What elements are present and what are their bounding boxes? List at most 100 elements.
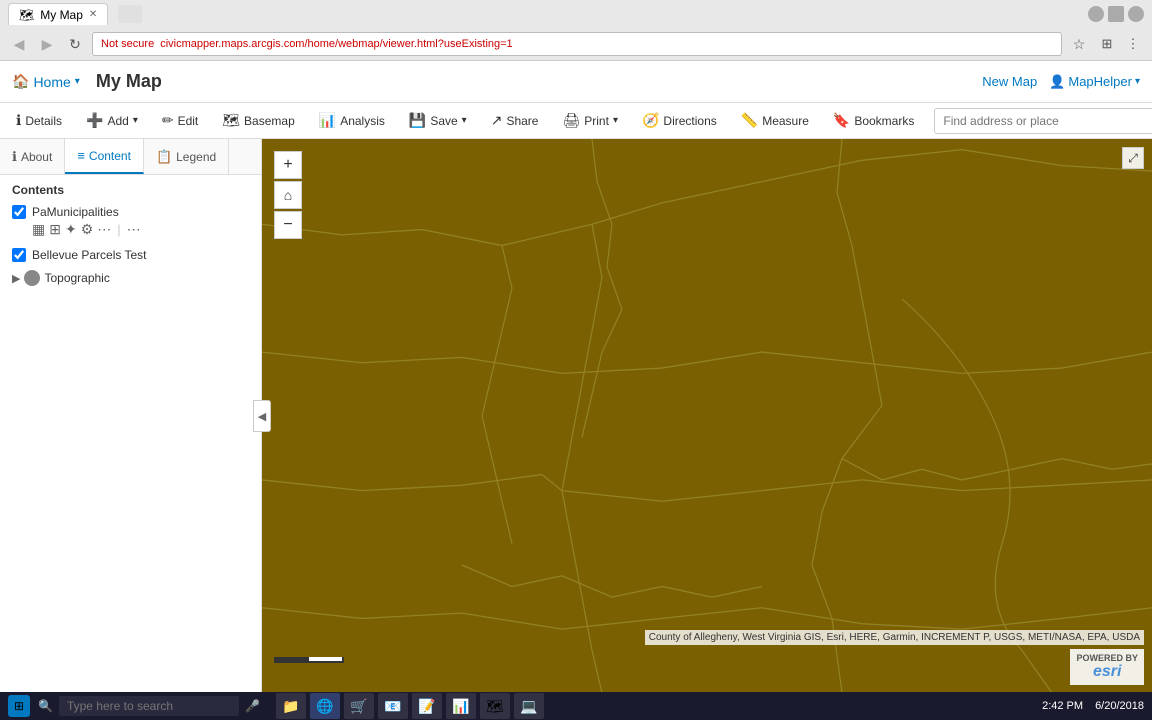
about-icon: ℹ xyxy=(12,149,17,165)
bookmarks-icon: 🔖 xyxy=(833,112,850,129)
new-tab-button[interactable] xyxy=(118,5,142,23)
taskbar-app-word[interactable]: 📝 xyxy=(412,693,442,719)
edit-icon: ✏ xyxy=(162,112,174,129)
menu-button[interactable]: ⋮ xyxy=(1122,33,1144,55)
taskbar-app-terminal[interactable]: 💻 xyxy=(514,693,544,719)
layer-filter-icon[interactable]: ⊞ xyxy=(49,221,61,238)
security-indicator: Not secure xyxy=(101,38,154,50)
forward-button[interactable]: ▶ xyxy=(36,33,58,55)
basemap-icon: 🗺 xyxy=(222,112,240,129)
print-button[interactable]: 🖨 Print ▾ xyxy=(554,108,626,133)
browser-address-bar: ◀ ▶ ↻ Not secure civicmapper.maps.arcgis… xyxy=(0,28,1152,60)
save-button[interactable]: 💾 Save ▾ xyxy=(401,108,475,133)
legend-icon: 📋 xyxy=(156,149,172,165)
scale-bar xyxy=(274,657,344,663)
content-icon: ≡ xyxy=(77,148,85,163)
details-icon: ℹ xyxy=(16,112,21,129)
search-input[interactable] xyxy=(934,108,1152,134)
taskbar-time: 2:42 PM xyxy=(1042,700,1083,712)
edit-button[interactable]: ✏ Edit xyxy=(154,108,206,133)
layer-bellevue-checkbox[interactable] xyxy=(12,248,26,262)
bookmarks-label: Bookmarks xyxy=(854,114,914,128)
share-label: Share xyxy=(506,114,538,128)
add-label: Add xyxy=(107,114,128,128)
address-box[interactable]: Not secure civicmapper.maps.arcgis.com/h… xyxy=(92,32,1062,56)
taskbar-date: 6/20/2018 xyxy=(1095,700,1144,712)
layer-group-expand-icon: ▶ xyxy=(12,272,20,285)
close-window-button[interactable] xyxy=(1128,6,1144,22)
bookmarks-button[interactable]: 🔖 Bookmarks xyxy=(825,108,922,133)
home-icon: 🏠 xyxy=(12,73,29,90)
tab-legend-label: Legend xyxy=(176,150,216,164)
zoom-in-button[interactable]: + xyxy=(274,151,302,179)
taskbar-app-excel[interactable]: 📊 xyxy=(446,693,476,719)
save-icon: 💾 xyxy=(409,112,426,129)
tab-legend[interactable]: 📋 Legend xyxy=(144,139,229,174)
app-header: 🏠 Home ▾ My Map New Map 👤 MapHelper ▾ xyxy=(0,61,1152,103)
map-helper-link[interactable]: 👤 MapHelper ▾ xyxy=(1049,74,1140,90)
details-label: Details xyxy=(25,114,62,128)
layer-municipalities-checkbox[interactable] xyxy=(12,205,26,219)
browser-tab[interactable]: 🗺 My Map ✕ xyxy=(8,3,108,25)
taskbar-right: 2:42 PM 6/20/2018 xyxy=(1042,700,1144,712)
map-area[interactable]: + ⌂ − ⤢ County of Allegheny, West Virgin… xyxy=(262,139,1152,693)
home-link[interactable]: 🏠 Home ▾ xyxy=(12,73,80,90)
taskbar-search-area: 🔍 🎤 xyxy=(38,696,260,716)
share-button[interactable]: ↗ Share xyxy=(483,108,547,133)
main-layout: ℹ About ≡ Content 📋 Legend Contents PaMu… xyxy=(0,139,1152,693)
layer-extra-icon[interactable]: ⋯ xyxy=(127,221,141,238)
minimize-button[interactable] xyxy=(1088,6,1104,22)
save-chevron-icon: ▾ xyxy=(462,115,467,126)
layer-analysis-icon[interactable]: ⚙ xyxy=(81,221,94,238)
sidebar-tabs: ℹ About ≡ Content 📋 Legend xyxy=(0,139,261,175)
map-helper-icon: 👤 xyxy=(1049,74,1065,90)
layer-more-icon[interactable]: ⋯ xyxy=(97,221,111,238)
home-label: Home xyxy=(33,74,70,90)
tab-close-button[interactable]: ✕ xyxy=(89,9,97,20)
print-label: Print xyxy=(584,114,609,128)
layer-topographic-row[interactable]: ▶ Topographic xyxy=(12,270,249,286)
toolbar-search: 🔍 xyxy=(934,108,1152,134)
extensions-button[interactable]: ⊞ xyxy=(1096,33,1118,55)
layer-show-table-icon[interactable]: ▦ xyxy=(32,221,45,238)
taskbar-search-input[interactable] xyxy=(59,696,239,716)
tab-title: My Map xyxy=(40,8,83,22)
share-icon: ↗ xyxy=(491,112,503,129)
edit-label: Edit xyxy=(178,114,199,128)
zoom-out-button[interactable]: − xyxy=(274,211,302,239)
layer-municipalities-tools: ▦ ⊞ ✦ ⚙ ⋯ | ⋯ xyxy=(12,219,249,240)
windows-start-button[interactable]: ⊞ xyxy=(8,695,30,717)
layer-topographic-name: Topographic xyxy=(44,271,109,285)
layer-style-icon[interactable]: ✦ xyxy=(65,221,77,238)
taskbar-app-maps[interactable]: 🗺 xyxy=(480,693,510,719)
maximize-button[interactable] xyxy=(1108,6,1124,22)
new-map-link[interactable]: New Map xyxy=(982,74,1037,89)
browser-actions: ⊞ ⋮ xyxy=(1096,33,1144,55)
back-button[interactable]: ◀ xyxy=(8,33,30,55)
browser-title-bar: 🗺 My Map ✕ xyxy=(0,0,1152,28)
map-helper-chevron-icon: ▾ xyxy=(1135,76,1140,87)
add-chevron-icon: ▾ xyxy=(133,115,138,126)
taskbar-app-file-explorer[interactable]: 📁 xyxy=(276,693,306,719)
sidebar-collapse-button[interactable]: ◀ xyxy=(253,400,271,432)
directions-button[interactable]: 🧭 Directions xyxy=(634,108,725,133)
home-button[interactable]: ⌂ xyxy=(274,181,302,209)
app-title: My Map xyxy=(96,71,966,92)
taskbar-app-browser[interactable]: 🌐 xyxy=(310,693,340,719)
add-button[interactable]: ➕ Add ▾ xyxy=(78,108,146,133)
measure-button[interactable]: 📏 Measure xyxy=(733,108,817,133)
tab-favicon: 🗺 xyxy=(19,8,34,22)
basemap-button[interactable]: 🗺 Basemap xyxy=(214,108,302,133)
taskbar-app-store[interactable]: 🛒 xyxy=(344,693,374,719)
tab-about[interactable]: ℹ About xyxy=(0,139,65,174)
taskbar-app-mail[interactable]: 📧 xyxy=(378,693,408,719)
refresh-button[interactable]: ↻ xyxy=(64,33,86,55)
map-canvas xyxy=(262,139,1152,693)
analysis-button[interactable]: 📊 Analysis xyxy=(311,108,393,133)
microphone-icon: 🔍 xyxy=(38,699,53,713)
map-expand-button[interactable]: ⤢ xyxy=(1122,147,1144,169)
analysis-label: Analysis xyxy=(340,114,385,128)
details-button[interactable]: ℹ Details xyxy=(8,108,70,133)
bookmark-button[interactable]: ☆ xyxy=(1068,33,1090,55)
tab-content[interactable]: ≡ Content xyxy=(65,139,144,174)
